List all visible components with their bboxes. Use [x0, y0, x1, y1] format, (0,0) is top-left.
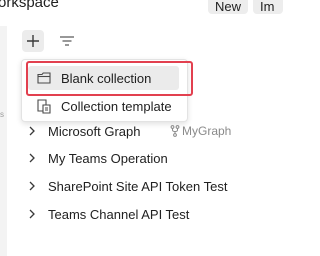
add-collection-button[interactable] [22, 30, 44, 52]
menu-item-label: Collection template [61, 99, 172, 114]
collection-template-icon [36, 98, 52, 114]
plus-icon [27, 35, 39, 47]
chevron-right-icon[interactable] [27, 180, 37, 192]
fork-label: MyGraph [170, 124, 231, 138]
collection-name: My Teams Operation [48, 151, 168, 166]
chevron-right-icon[interactable] [27, 152, 37, 164]
chevron-right-icon[interactable] [27, 125, 37, 137]
import-button[interactable]: Im [253, 0, 283, 14]
collection-name: Teams Channel API Test [48, 207, 190, 222]
menu-item-collection-template[interactable]: Collection template [28, 94, 179, 118]
collection-item-teams-channel-api-test[interactable]: Teams Channel API Test [0, 202, 268, 226]
chevron-right-icon[interactable] [27, 208, 37, 220]
filter-icon [60, 36, 74, 46]
workspace-title: orkspace [0, 0, 59, 11]
fork-icon [170, 125, 180, 137]
fork-name: MyGraph [182, 124, 232, 138]
collection-item-my-teams-operation[interactable]: My Teams Operation [0, 146, 268, 170]
workspace-header: orkspace New Im [0, 0, 283, 20]
highlight-box [26, 61, 193, 96]
collection-item-sharepoint-site-api-token-test[interactable]: SharePoint Site API Token Test [0, 174, 268, 198]
collection-name: Microsoft Graph [48, 124, 141, 139]
sort-filter-button[interactable] [57, 31, 77, 51]
new-button[interactable]: New [208, 0, 248, 14]
collection-item-microsoft-graph[interactable]: Microsoft Graph MyGraph [0, 119, 268, 143]
collection-name: SharePoint Site API Token Test [48, 179, 228, 194]
